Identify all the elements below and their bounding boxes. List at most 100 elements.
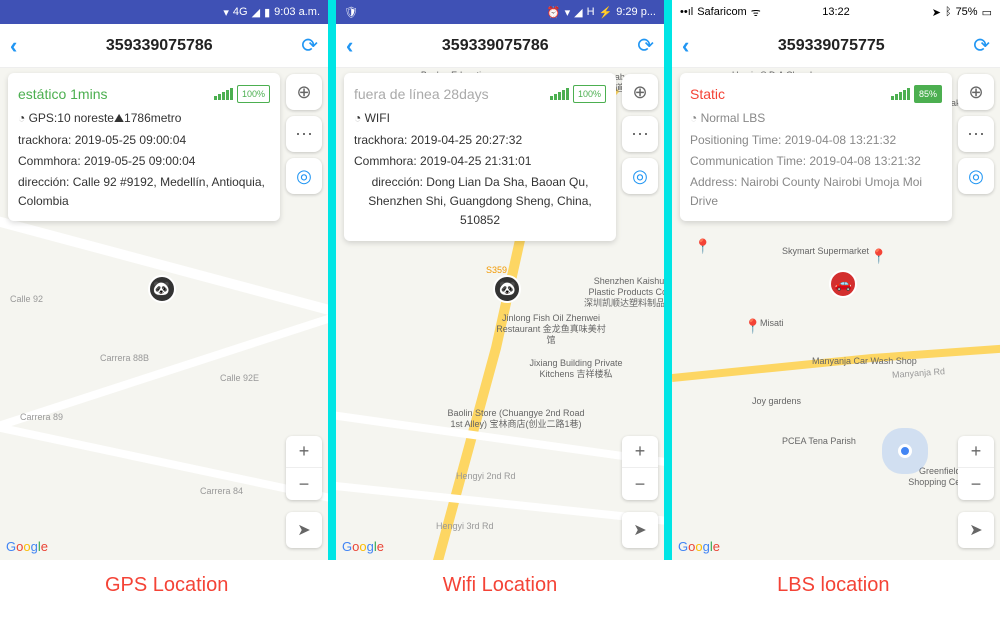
communication-time: Communication Time: 2019-04-08 13:21:32	[690, 152, 942, 171]
map-poi: Manyanja Car Wash Shop	[812, 356, 917, 367]
google-logo: Google	[6, 539, 48, 554]
navigate-button[interactable]: ➤	[622, 512, 658, 548]
panel-lbs: ••ıl Safaricom ᯤ 13:22 ➤ ᛒ 75% ▭ ‹ 35933…	[672, 0, 1000, 560]
status-text: Static	[690, 83, 725, 105]
panel-wifi: 🛡 ⏰ ▾ ◢ H ⚡ 9:29 p... ‹ 359339075786 ⟳ B…	[336, 0, 664, 560]
layers-button[interactable]: ⊕	[958, 74, 994, 110]
battery-icon: ⚡	[599, 6, 613, 19]
signal-bars-icon	[550, 88, 569, 100]
info-card: fuera de línea 28days 100% ◔ WIFI trackh…	[344, 73, 616, 241]
device-marker[interactable]: 🚗	[829, 270, 857, 298]
layers-button[interactable]: ⊕	[622, 74, 658, 110]
wifi-icon: ▾	[565, 6, 571, 19]
caption-lbs: LBS location	[667, 574, 1000, 597]
caption-gps: GPS Location	[0, 574, 333, 597]
status-text: estático 1mins	[18, 83, 107, 105]
refresh-icon[interactable]: ⟳	[973, 33, 990, 58]
zoom-in-button[interactable]: +	[958, 436, 994, 468]
carrier: Safaricom	[697, 6, 747, 18]
locate-button[interactable]: ◎	[286, 158, 322, 194]
map-poi: Jinlong Fish Oil Zhenwei Restaurant 金龙鱼真…	[496, 313, 606, 345]
battery-level: 85%	[914, 85, 942, 103]
status-time: 9:03 a.m.	[274, 6, 320, 18]
statusbar: 🛡 ⏰ ▾ ◢ H ⚡ 9:29 p...	[336, 0, 664, 24]
navigate-button[interactable]: ➤	[286, 512, 322, 548]
alarm-icon: ⏰	[547, 6, 561, 19]
locate-button[interactable]: ◎	[622, 158, 658, 194]
comm-time: Commhora: 2019-04-25 21:31:01	[354, 152, 606, 171]
battery-level: 100%	[573, 85, 606, 103]
track-time: trackhora: 2019-05-25 09:00:04	[18, 131, 270, 150]
lbs-info: Normal LBS	[701, 111, 766, 125]
status-text: fuera de línea 28days	[354, 83, 489, 105]
device-marker[interactable]: 🐼	[148, 275, 176, 303]
user-location-dot	[898, 444, 912, 458]
signal-bars-icon	[891, 88, 910, 100]
wifi-icon: ᯤ	[751, 5, 761, 20]
more-button[interactable]: ⋯	[286, 116, 322, 152]
zoom-out-button[interactable]: −	[958, 468, 994, 500]
back-icon[interactable]: ‹	[346, 33, 353, 59]
layers-button[interactable]: ⊕	[286, 74, 322, 110]
device-id: 359339075786	[106, 37, 213, 55]
map-poi: Skymart Supermarket	[782, 246, 869, 257]
back-icon[interactable]: ‹	[10, 33, 17, 59]
speedometer-icon: ◔	[354, 111, 361, 125]
more-button[interactable]: ⋯	[958, 116, 994, 152]
panel-gps: ▾ 4G ◢ ▮ 9:03 a.m. ‹ 359339075786 ⟳ Call…	[0, 0, 328, 560]
speedometer-icon: ◔	[690, 111, 697, 125]
map-pin-icon: 📍	[870, 248, 886, 264]
app-header: ‹ 359339075786 ⟳	[0, 24, 328, 68]
locate-button[interactable]: ◎	[958, 158, 994, 194]
refresh-icon[interactable]: ⟳	[637, 33, 654, 58]
wifi-icon: ▾	[223, 6, 229, 19]
map-pin-icon: 📍	[744, 318, 760, 334]
map-pin-icon: 📍	[694, 238, 710, 254]
google-logo: Google	[678, 539, 720, 554]
status-time: 9:29 p...	[616, 6, 656, 18]
map-poi: Misati	[760, 318, 784, 329]
back-icon[interactable]: ‹	[682, 33, 689, 59]
zoom-controls: + −	[958, 436, 994, 500]
statusbar: ••ıl Safaricom ᯤ 13:22 ➤ ᛒ 75% ▭	[672, 0, 1000, 24]
battery-level: 100%	[237, 85, 270, 103]
map-view[interactable]: Umoja S.D.A Church Grand Supermaket Skym…	[672, 68, 1000, 560]
address: dirección: Calle 92 #9192, Medellín, Ant…	[18, 173, 270, 211]
signal-bars-icon	[214, 88, 233, 100]
app-header: ‹ 359339075786 ⟳	[336, 24, 664, 68]
navigate-button[interactable]: ➤	[958, 512, 994, 548]
battery-percent: 75%	[956, 6, 978, 18]
zoom-in-button[interactable]: +	[286, 436, 322, 468]
address: dirección: Dong Lian Da Sha, Baoan Qu, S…	[354, 173, 606, 231]
map-view[interactable]: Bao'an Education Industrial Zone 宝安教育工业区…	[336, 68, 664, 560]
signal-icon: ◢	[252, 6, 260, 19]
battery-icon: ▮	[264, 6, 270, 19]
zoom-in-button[interactable]: +	[622, 436, 658, 468]
zoom-out-button[interactable]: −	[622, 468, 658, 500]
map-poi: PCEA Tena Parish	[782, 436, 856, 447]
shield-icon: 🛡	[344, 6, 358, 19]
zoom-out-button[interactable]: −	[286, 468, 322, 500]
signal-icon: ◢	[574, 6, 582, 19]
map-view[interactable]: Calle 92 Carrera 89 Carrera 88B Carrera …	[0, 68, 328, 560]
map-poi: Shenzhen Kaishu Plastic Products Co. 深圳凯…	[584, 276, 664, 308]
map-poi: Baolin Store (Chuangye 2nd Road 1st Alle…	[446, 408, 586, 430]
status-time: 13:22	[822, 6, 850, 18]
map-poi: Jixiang Building Private Kitchens 吉祥楼私	[526, 358, 626, 380]
address: Address: Nairobi County Nairobi Umoja Mo…	[690, 173, 942, 211]
map-poi: Joy gardens	[752, 396, 801, 407]
statusbar: ▾ 4G ◢ ▮ 9:03 a.m.	[0, 0, 328, 24]
refresh-icon[interactable]: ⟳	[301, 33, 318, 58]
zoom-controls: + −	[622, 436, 658, 500]
network-type: H	[587, 6, 595, 18]
device-marker[interactable]: 🐼	[493, 275, 521, 303]
signal-icon: ••ıl	[680, 6, 693, 18]
info-card: Static 85% ◔ Normal LBS Positioning Time…	[680, 73, 952, 221]
bluetooth-icon: ᛒ	[945, 6, 952, 18]
speedometer-icon: ◔	[18, 111, 25, 125]
gps-info: GPS:10 noreste⛰1786metro	[29, 111, 182, 125]
device-id: 359339075775	[778, 37, 885, 55]
app-header: ‹ 359339075775 ⟳	[672, 24, 1000, 68]
zoom-controls: + −	[286, 436, 322, 500]
more-button[interactable]: ⋯	[622, 116, 658, 152]
